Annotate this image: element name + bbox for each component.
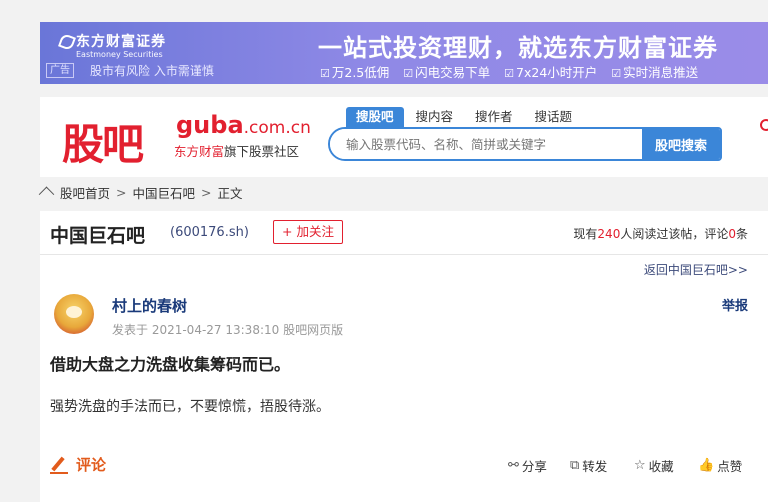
guba-word: guba: [176, 111, 244, 139]
share-icon: ⚯: [508, 458, 519, 473]
stats-mid: 人阅读过该帖，评论: [620, 227, 729, 241]
breadcrumb-separator: >: [116, 184, 127, 200]
stats-prefix: 现有: [573, 227, 598, 241]
guba-suffix: .com.cn: [243, 118, 311, 138]
logo-cn: 东方财富证券: [76, 34, 166, 50]
collect-button[interactable]: ☆ 收藏: [634, 456, 674, 475]
user-icon[interactable]: [760, 119, 768, 131]
pencil-icon: [50, 456, 68, 474]
thumbs-up-icon: 👍: [698, 458, 715, 473]
repost-label: 转发: [582, 459, 608, 474]
author-name[interactable]: 村上的春树: [112, 295, 187, 316]
guba-tagline: 东方财富旗下股票社区: [174, 141, 299, 160]
guba-logo[interactable]: 股吧: [62, 111, 144, 172]
post-card: 中国巨石吧 (600176.sh) + 加关注 现有240人阅读过该帖，评论0条…: [40, 211, 768, 502]
bar-name[interactable]: 中国巨石吧: [50, 221, 145, 248]
post-meta: 发表于 2021-04-27 13:38:10 股吧网页版: [112, 323, 344, 337]
repost-icon: ⧉: [570, 458, 580, 473]
return-link[interactable]: 返回中国巨石吧>>: [644, 261, 748, 278]
breadcrumb-current: 正文: [217, 185, 243, 201]
follow-button[interactable]: + 加关注: [273, 220, 343, 244]
ad-banner[interactable]: 东方财富证券 Eastmoney Securities 广告 股市有风险 入市需…: [40, 22, 768, 84]
search-input[interactable]: [330, 129, 642, 159]
home-icon: [40, 186, 54, 198]
feature-item: 万2.5低佣: [320, 62, 389, 81]
action-bar: 评论 ⚯ 分享 ⧉ 转发 ☆ 收藏 👍 点赞: [40, 452, 768, 480]
banner-features: 万2.5低佣 闪电交易下单 7x24小时开户 实时消息推送: [320, 62, 698, 81]
post-body: 强势洗盘的手法而已，不要惊慌，捂股待涨。: [50, 399, 330, 415]
tab-search-author[interactable]: 搜作者: [465, 107, 523, 127]
collect-label: 收藏: [648, 459, 674, 474]
feature-item: 实时消息推送: [611, 62, 698, 81]
eastmoney-logo-icon: [58, 33, 76, 51]
post-title: 借助大盘之力洗盘收集筹码而已。: [50, 355, 291, 374]
tagline-brand: 东方财富: [174, 144, 225, 159]
repost-button[interactable]: ⧉ 转发: [570, 456, 607, 475]
comment-count: 0: [728, 227, 736, 241]
comment-label: 评论: [76, 456, 107, 474]
breadcrumb: 股吧首页 > 中国巨石吧 > 正文: [40, 183, 243, 202]
share-button[interactable]: ⚯ 分享: [508, 456, 547, 475]
tab-search-content[interactable]: 搜内容: [406, 107, 464, 127]
search-box: 股吧搜索: [328, 127, 722, 161]
eastmoney-logo: 东方财富证券 Eastmoney Securities: [58, 31, 166, 59]
logo-en: Eastmoney Securities: [76, 50, 163, 59]
search-button[interactable]: 股吧搜索: [642, 129, 720, 159]
like-label: 点赞: [717, 459, 743, 474]
stock-code[interactable]: (600176.sh): [170, 225, 249, 240]
breadcrumb-bar[interactable]: 中国巨石吧: [133, 183, 196, 202]
breadcrumb-home[interactable]: 股吧首页: [60, 183, 110, 202]
tab-search-topic[interactable]: 搜话题: [525, 107, 583, 127]
stats-suffix: 条: [735, 227, 748, 241]
like-button[interactable]: 👍 点赞: [698, 456, 742, 475]
feature-item: 闪电交易下单: [403, 62, 490, 81]
breadcrumb-separator: >: [201, 184, 212, 200]
bar-titlebar: 中国巨石吧 (600176.sh) + 加关注 现有240人阅读过该帖，评论0条: [40, 211, 768, 255]
comment-button[interactable]: 评论: [50, 454, 106, 475]
banner-slogan: 一站式投资理财，就选东方财富证券: [318, 34, 718, 62]
feature-item: 7x24小时开户: [504, 62, 597, 81]
read-stats: 现有240人阅读过该帖，评论0条: [573, 225, 748, 242]
guba-domain: guba.com.cn: [176, 111, 311, 139]
share-label: 分享: [521, 459, 547, 474]
ad-tag: 广告: [46, 63, 74, 78]
star-icon: ☆: [634, 458, 646, 473]
avatar[interactable]: [54, 294, 94, 334]
site-header: 股吧 guba.com.cn 东方财富旗下股票社区 搜股吧 搜内容 搜作者 搜话…: [40, 97, 768, 177]
tagline-text: 旗下股票社区: [224, 144, 300, 159]
risk-warning: 股市有风险 入市需谨慎: [90, 64, 214, 78]
reader-count: 240: [597, 227, 621, 241]
search-tabs: 搜股吧 搜内容 搜作者 搜话题: [346, 107, 582, 127]
tab-search-bar[interactable]: 搜股吧: [346, 107, 404, 127]
report-button[interactable]: 举报: [722, 295, 748, 314]
